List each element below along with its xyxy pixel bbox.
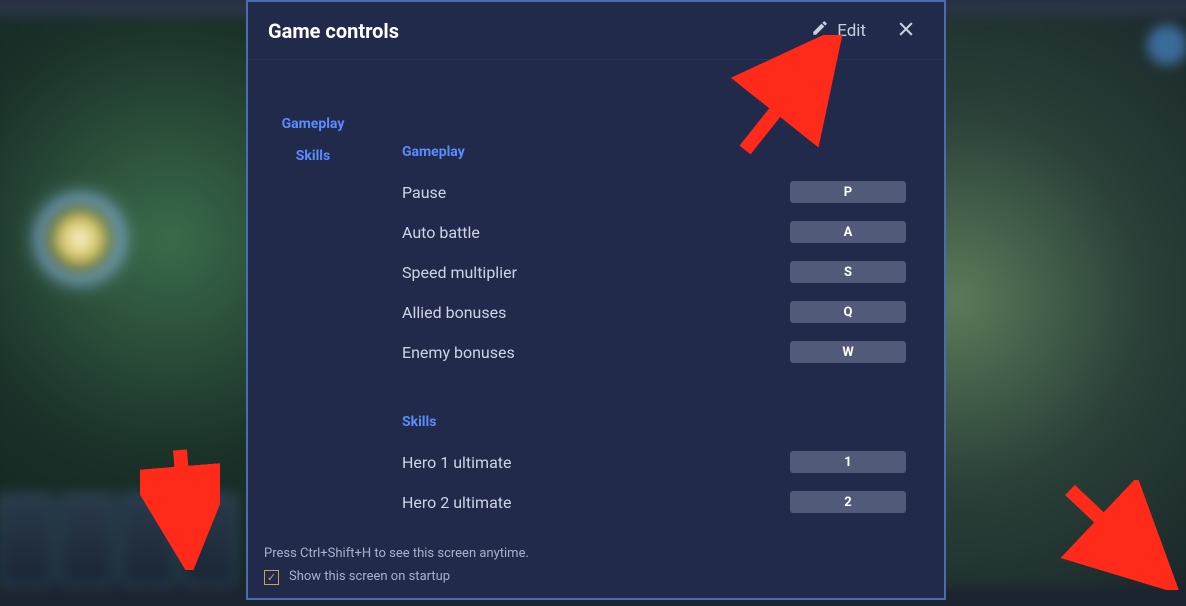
modal-title: Game controls [268, 19, 801, 43]
edit-label: Edit [837, 21, 866, 41]
close-button[interactable] [886, 11, 926, 51]
key-chip[interactable]: Q [790, 301, 906, 323]
check-icon: ✓ [267, 569, 276, 587]
sidebar: Gameplay Skills [248, 60, 378, 536]
key-chip[interactable]: P [790, 181, 906, 203]
modal-header: Game controls Edit [248, 2, 944, 60]
control-row: Auto battleA [402, 212, 906, 252]
control-row: Hero 2 ultimate2 [402, 482, 906, 522]
key-chip[interactable]: A [790, 221, 906, 243]
key-chip[interactable]: W [790, 341, 906, 363]
control-row: Enemy bonusesW [402, 332, 906, 372]
control-row: PauseP [402, 172, 906, 212]
key-chip[interactable]: S [790, 261, 906, 283]
control-label: Pause [402, 183, 790, 202]
startup-checkbox[interactable]: ✓ [264, 570, 279, 585]
key-chip[interactable]: 1 [790, 451, 906, 473]
control-label: Allied bonuses [402, 303, 790, 322]
control-label: Auto battle [402, 223, 790, 242]
control-row: Speed multiplierS [402, 252, 906, 292]
control-label: Speed multiplier [402, 263, 790, 282]
control-row: Hero 1 ultimate1 [402, 442, 906, 482]
control-label: Hero 1 ultimate [402, 453, 790, 472]
modal-footer: Press Ctrl+Shift+H to see this screen an… [248, 536, 944, 598]
sidebar-item-gameplay[interactable]: Gameplay [282, 108, 345, 140]
control-label: Enemy bonuses [402, 343, 790, 362]
controls-content[interactable]: Gameplay PauseP Auto battleA Speed multi… [378, 60, 944, 536]
sidebar-item-skills[interactable]: Skills [296, 140, 330, 172]
checkbox-label: Show this screen on startup [289, 567, 450, 588]
section-heading-gameplay: Gameplay [402, 144, 906, 160]
section-heading-skills: Skills [402, 414, 906, 430]
edit-button[interactable]: Edit [801, 13, 876, 48]
key-chip[interactable]: 2 [790, 491, 906, 513]
game-controls-modal: Game controls Edit Gameplay Skills Gamep… [246, 0, 946, 600]
control-label: Hero 2 ultimate [402, 493, 790, 512]
control-row: Allied bonusesQ [402, 292, 906, 332]
close-icon [896, 19, 916, 43]
modal-body: Gameplay Skills Gameplay PauseP Auto bat… [248, 60, 944, 536]
footer-hint: Press Ctrl+Shift+H to see this screen an… [264, 544, 928, 565]
pencil-icon [811, 19, 829, 42]
